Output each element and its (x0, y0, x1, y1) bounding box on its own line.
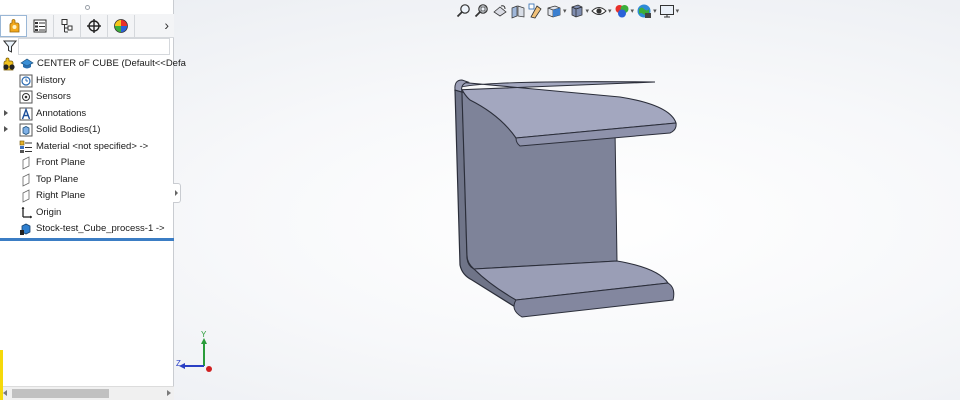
apply-scene-icon (637, 4, 652, 18)
triad-z-label: Z (176, 359, 181, 368)
apply-scene-button[interactable]: ▾ (636, 2, 657, 20)
edit-appearance-icon (615, 5, 629, 18)
solid-bodies-icon (19, 123, 33, 137)
display-manager-tab[interactable] (108, 14, 135, 37)
triad-y-label: Y (201, 330, 207, 339)
horizontal-scrollbar[interactable] (0, 386, 174, 400)
previous-view-icon (493, 5, 507, 17)
zoom-to-fit-icon (456, 4, 470, 18)
task-pane-edge (0, 350, 3, 400)
hide-show-items-button[interactable]: ▾ (591, 2, 612, 20)
feature-tree: CENTER oF CUBE (Default<<Defa History Se… (0, 56, 186, 238)
section-view-button[interactable] (510, 2, 526, 20)
scrollbar-thumb[interactable] (12, 389, 109, 398)
heads-up-view-toolbar: ▾ ▾ ▾ ▾ ▾ ▾ (456, 2, 681, 20)
view-settings-button[interactable]: ▾ (659, 2, 680, 20)
part-document-icon (20, 58, 34, 69)
dropdown-arrow-icon[interactable]: ▾ (608, 7, 612, 15)
display-style-icon (571, 4, 582, 18)
filter-input[interactable] (18, 38, 170, 55)
history-icon (19, 74, 33, 87)
scroll-right-arrow-icon[interactable] (167, 390, 171, 396)
plane-icon (22, 172, 30, 187)
tree-item-sensors[interactable]: Sensors (0, 89, 174, 106)
dynamic-annotation-icon (528, 3, 542, 19)
part-icon (20, 223, 31, 235)
display-style-button[interactable]: ▾ (569, 2, 590, 20)
featuremanager-icon (9, 18, 19, 32)
dynamic-annotation-button[interactable] (528, 2, 544, 20)
scroll-left-arrow-icon[interactable] (3, 390, 7, 396)
tree-root-label: CENTER oF CUBE (Default<<Defa (37, 58, 186, 69)
dropdown-arrow-icon[interactable]: ▾ (676, 7, 680, 15)
tree-item-annotations[interactable]: Annotations (0, 106, 174, 123)
view-orientation-icon (547, 5, 561, 18)
plane-icon (22, 156, 30, 170)
zoom-to-area-button[interactable] (474, 2, 490, 20)
tree-item-origin[interactable]: Origin (0, 205, 174, 222)
tree-item-stock-part[interactable]: Stock-test_Cube_process-1 -> (0, 221, 174, 238)
sensor-alert-icon (3, 57, 15, 71)
origin-icon (21, 206, 32, 218)
edit-appearance-button[interactable]: ▾ (614, 2, 635, 20)
propertymanager-tab[interactable] (27, 14, 54, 37)
dropdown-arrow-icon[interactable]: ▾ (586, 7, 590, 15)
panel-splitter-handle[interactable] (173, 183, 181, 203)
configurationmanager-icon (61, 18, 73, 32)
tree-root-part[interactable]: CENTER oF CUBE (Default<<Defa (0, 56, 186, 73)
dropdown-arrow-icon[interactable]: ▾ (653, 7, 657, 15)
annotations-icon (19, 106, 33, 120)
sheet-metal-part-model[interactable] (430, 70, 690, 330)
tree-filter (0, 38, 174, 56)
more-tabs-chevron-icon[interactable]: › (164, 18, 169, 32)
dimxpert-tab[interactable] (81, 14, 108, 37)
material-icon (19, 140, 32, 153)
tree-item-material[interactable]: Material <not specified> -> (0, 139, 174, 156)
configurationmanager-tab[interactable] (54, 14, 81, 37)
expand-arrow-icon[interactable] (4, 126, 8, 132)
expand-arrow-icon[interactable] (4, 109, 8, 116)
reference-triad[interactable]: Y Z (174, 326, 220, 374)
tree-item-top-plane[interactable]: Top Plane (0, 172, 174, 189)
hide-show-items-icon (591, 7, 607, 15)
propertymanager-icon (33, 19, 47, 32)
plane-icon (22, 189, 30, 203)
zoom-to-area-icon (474, 4, 488, 18)
sensors-icon (19, 90, 33, 104)
tree-item-front-plane[interactable]: Front Plane (0, 155, 174, 172)
panel-collapse-handle[interactable] (0, 0, 174, 14)
tree-item-right-plane[interactable]: Right Plane (0, 188, 174, 205)
filter-icon (3, 40, 17, 53)
featuremanager-panel: › CENTER oF CUBE (Default<<Defa History … (0, 0, 186, 400)
panel-tab-bar: › (0, 14, 174, 38)
previous-view-button[interactable] (492, 2, 508, 20)
view-settings-icon (659, 5, 674, 18)
tree-item-solid-bodies[interactable]: Solid Bodies(1) (0, 122, 174, 139)
dimxpert-icon (87, 18, 101, 33)
view-orientation-button[interactable]: ▾ (546, 2, 567, 20)
triad-x-axis (206, 366, 212, 372)
tree-item-history[interactable]: History (0, 73, 174, 90)
dropdown-arrow-icon[interactable]: ▾ (631, 7, 635, 15)
featuremanager-tab[interactable] (0, 14, 27, 37)
display-manager-icon (114, 18, 128, 33)
section-view-icon (511, 5, 525, 19)
rollback-bar[interactable] (0, 238, 174, 241)
dropdown-arrow-icon[interactable]: ▾ (563, 7, 567, 15)
zoom-to-fit-button[interactable] (456, 2, 472, 20)
